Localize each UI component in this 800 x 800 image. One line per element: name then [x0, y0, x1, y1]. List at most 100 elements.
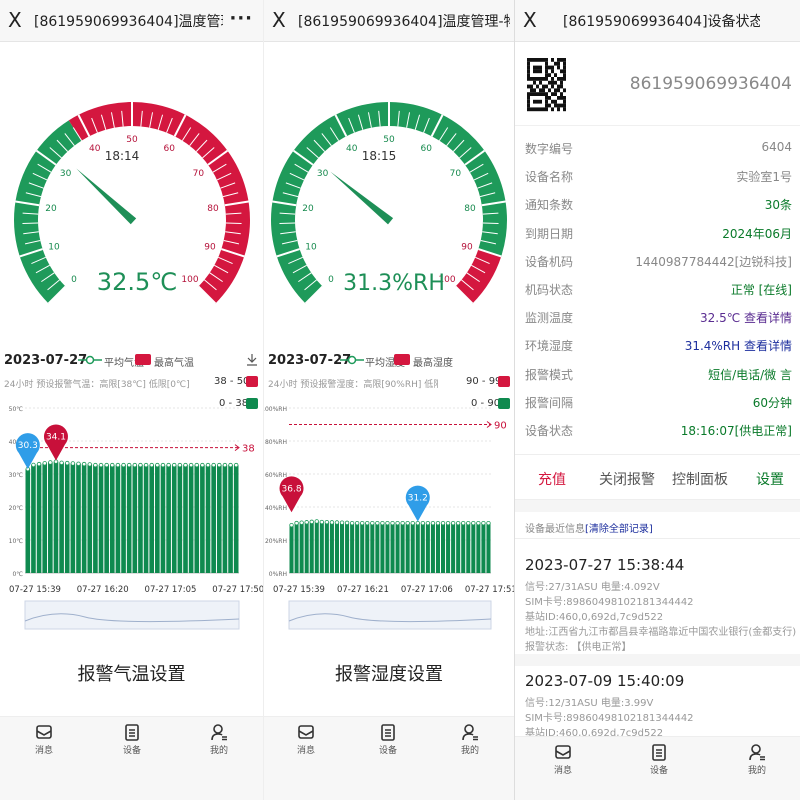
bar	[121, 465, 126, 573]
info-value[interactable]: 32.5℃ 查看详情	[700, 309, 792, 326]
range-high-swatch[interactable]	[246, 376, 258, 387]
info-value: 18:16:07[供电正常]	[680, 424, 792, 438]
bar	[385, 523, 390, 573]
download-icon[interactable]	[246, 353, 258, 367]
tab-messages[interactable]: 消息	[543, 743, 583, 776]
recent-info-header: 设备最近信息[清除全部记录]	[525, 520, 653, 535]
mail-icon	[555, 745, 571, 759]
tab-mine-label: 我的	[747, 766, 766, 776]
bar	[446, 523, 451, 573]
info-value[interactable]: 31.4%RH 查看详情	[685, 337, 792, 354]
settings-button[interactable]: 设置	[756, 469, 784, 489]
qr-module	[548, 103, 551, 108]
window-title: [861959069936404]温度管理-物联...	[34, 14, 223, 30]
info-row[interactable]: 监测温度 32.5℃ 查看详情	[515, 303, 800, 331]
bar	[441, 523, 446, 573]
threshold-label: 38	[242, 444, 255, 455]
bar	[48, 462, 53, 573]
qr-module	[542, 58, 545, 62]
bar	[410, 523, 415, 573]
bar	[126, 465, 132, 573]
qr-module	[530, 58, 533, 62]
recharge-button[interactable]: 充值	[538, 469, 566, 489]
avg-point	[455, 520, 461, 526]
qr-module	[527, 73, 530, 77]
close-button[interactable]: X	[272, 8, 286, 32]
alarm-humidity-settings-button[interactable]: 报警湿度设置	[264, 660, 514, 686]
qr-module	[536, 65, 539, 70]
tab-device[interactable]: 设备	[639, 743, 679, 776]
bar	[340, 522, 345, 573]
avg-point	[430, 520, 436, 526]
user-icon	[749, 744, 765, 761]
close-button[interactable]: X	[523, 8, 537, 32]
bar	[205, 465, 211, 573]
tab-mine[interactable]: 我的	[199, 723, 239, 756]
user-icon	[211, 724, 227, 741]
x-tick-label: 07-27 17:05	[145, 585, 197, 595]
tab-device[interactable]: 设备	[368, 723, 408, 756]
qr-module	[551, 65, 554, 70]
tab-mine[interactable]: 我的	[737, 743, 777, 776]
gauge-tick-label: 20	[45, 204, 57, 214]
qr-module	[563, 107, 566, 112]
tab-messages[interactable]: 消息	[286, 723, 326, 756]
control-panel-button[interactable]: 控制面板	[672, 469, 728, 489]
bar	[360, 523, 365, 573]
tab-device-label: 设备	[122, 746, 141, 756]
more-options-icon[interactable]: ···	[229, 8, 253, 29]
qr-module	[563, 58, 566, 62]
temperature-gauge: 0 10 20 30 40 50 60 70 80 90 100 18:14 32.5℃	[13, 102, 251, 305]
section-gap	[515, 654, 800, 666]
info-row: 数字编号 6404	[515, 134, 800, 162]
legend-max: 最高气温	[154, 358, 194, 369]
tab-device[interactable]: 设备	[112, 723, 152, 756]
close-alarm-button[interactable]: 关闭报警	[599, 469, 655, 489]
bar	[149, 465, 155, 573]
qr-module	[548, 88, 551, 93]
qr-module	[560, 84, 563, 89]
qr-module	[533, 58, 536, 62]
bar	[466, 523, 471, 573]
qr-module	[560, 96, 563, 100]
avg-point	[334, 520, 340, 525]
info-row: 报警模式 短信/电话/微 言	[515, 360, 800, 388]
tab-messages[interactable]: 消息	[24, 723, 64, 756]
qr-module	[527, 99, 530, 104]
action-button-row: 充值 关闭报警 控制面板 设置	[515, 454, 800, 500]
title-bar: X [861959069936404]设备状态信息	[515, 0, 800, 42]
min-marker	[405, 485, 430, 522]
avg-point	[48, 460, 53, 465]
bar	[188, 465, 194, 573]
qr-module	[557, 58, 560, 62]
avg-point	[93, 462, 98, 468]
bar	[476, 523, 481, 573]
bar	[93, 465, 98, 573]
tab-messages-label: 消息	[296, 746, 315, 756]
bar	[350, 523, 355, 573]
avg-point	[471, 520, 476, 526]
qr-module	[554, 99, 557, 104]
bar	[370, 523, 375, 573]
bar	[324, 522, 329, 573]
alarm-temperature-settings-button[interactable]: 报警气温设置	[0, 660, 263, 686]
info-row[interactable]: 环境湿度 31.4%RH 查看详情	[515, 331, 800, 359]
info-key: 监测温度	[525, 311, 574, 326]
bar	[42, 463, 48, 573]
clear-all-records-link[interactable]: [清除全部记录]	[585, 524, 653, 535]
bar	[81, 464, 87, 573]
qr-module	[527, 84, 530, 89]
qr-module	[563, 103, 566, 108]
qr-module	[545, 96, 548, 100]
qr-module	[545, 92, 548, 96]
range-high-swatch[interactable]	[498, 376, 510, 387]
tab-mine[interactable]: 我的	[450, 723, 490, 756]
qr-module	[530, 92, 533, 96]
avg-point	[466, 520, 471, 526]
avg-point	[349, 520, 355, 526]
qr-module	[530, 84, 533, 89]
qr-module	[548, 80, 551, 85]
close-button[interactable]: X	[8, 8, 22, 32]
qr-module	[542, 92, 545, 96]
qr-module	[533, 80, 536, 85]
